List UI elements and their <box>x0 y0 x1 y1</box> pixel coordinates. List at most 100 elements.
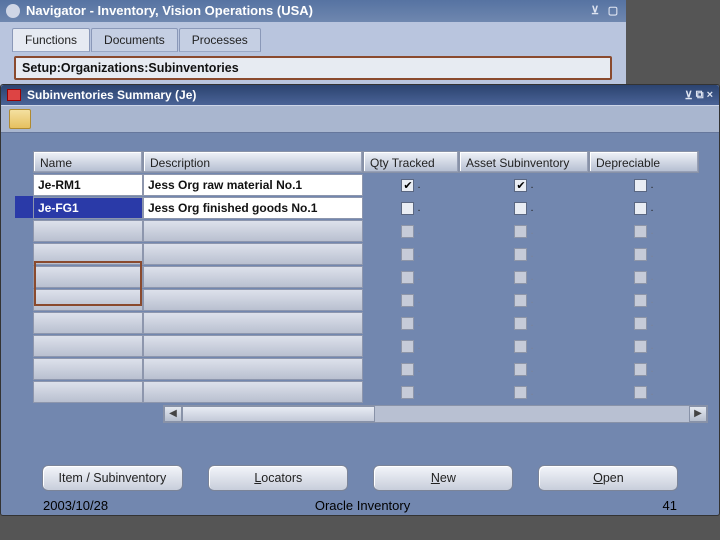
qty-checkbox[interactable] <box>401 225 414 238</box>
name-cell[interactable] <box>33 381 143 403</box>
open-button[interactable]: Open <box>538 465 678 491</box>
tab-documents[interactable]: Documents <box>91 28 178 52</box>
desc-cell[interactable] <box>143 381 363 403</box>
qty-checkbox[interactable] <box>401 271 414 284</box>
qty-checkbox[interactable]: ✔ <box>401 179 414 192</box>
asset-checkbox[interactable] <box>514 294 527 307</box>
restore-icon[interactable]: ⧉ <box>696 89 704 102</box>
col-name-header[interactable]: Name <box>33 151 143 173</box>
dep-checkbox[interactable] <box>634 386 647 399</box>
row-marker[interactable] <box>15 334 33 356</box>
qty-checkbox[interactable] <box>401 363 414 376</box>
name-cell[interactable] <box>33 243 143 265</box>
asset-checkbox[interactable] <box>514 248 527 261</box>
row-marker[interactable] <box>15 265 33 287</box>
breadcrumb[interactable]: Setup:Organizations:Subinventories <box>14 56 612 80</box>
name-cell[interactable] <box>33 289 143 311</box>
dep-checkbox[interactable] <box>634 248 647 261</box>
desc-cell[interactable] <box>143 312 363 334</box>
desc-cell[interactable] <box>143 266 363 288</box>
qty-cell: . <box>363 312 459 334</box>
name-cell[interactable] <box>33 312 143 334</box>
desc-cell[interactable] <box>143 243 363 265</box>
name-cell[interactable] <box>33 174 143 196</box>
close-icon[interactable]: × <box>707 89 713 102</box>
horizontal-scrollbar[interactable]: ◀ ▶ <box>163 405 708 423</box>
name-cell[interactable] <box>33 266 143 288</box>
navigator-title: Navigator - Inventory, Vision Operations… <box>26 0 313 22</box>
tab-processes[interactable]: Processes <box>179 28 261 52</box>
desc-cell[interactable] <box>143 335 363 357</box>
dep-checkbox[interactable] <box>634 340 647 353</box>
col-dep-header[interactable]: Depreciable <box>589 151 699 173</box>
name-cell[interactable] <box>33 335 143 357</box>
qty-checkbox[interactable] <box>401 294 414 307</box>
asset-checkbox[interactable] <box>514 317 527 330</box>
asset-checkbox[interactable] <box>514 225 527 238</box>
row-marker[interactable] <box>15 357 33 379</box>
asset-checkbox[interactable] <box>514 271 527 284</box>
row-marker[interactable] <box>15 196 33 218</box>
asset-checkbox[interactable] <box>514 340 527 353</box>
trailing-dot: . <box>530 225 533 237</box>
item-subinventory-button[interactable]: Item / Subinventory <box>42 465 184 491</box>
open-folder-icon[interactable] <box>9 109 31 129</box>
col-asset-header[interactable]: Asset Subinventory <box>459 151 589 173</box>
asset-checkbox[interactable]: ✔ <box>514 179 527 192</box>
qty-checkbox[interactable] <box>401 248 414 261</box>
tab-functions[interactable]: Functions <box>12 28 90 52</box>
name-input[interactable] <box>34 175 142 195</box>
maximize-icon[interactable]: ▢ <box>606 0 620 22</box>
row-marker[interactable] <box>15 219 33 241</box>
scroll-thumb[interactable] <box>182 406 375 422</box>
desc-cell[interactable] <box>143 197 363 219</box>
scroll-left-icon[interactable]: ◀ <box>164 406 182 422</box>
qty-checkbox[interactable] <box>401 202 414 215</box>
asset-checkbox[interactable] <box>514 386 527 399</box>
scroll-track[interactable] <box>182 406 689 422</box>
qty-checkbox[interactable] <box>401 317 414 330</box>
trailing-dot: . <box>650 202 653 214</box>
minimize-icon[interactable]: ⊻ <box>588 0 602 22</box>
dep-checkbox[interactable] <box>634 179 647 192</box>
new-button[interactable]: New <box>373 465 513 491</box>
dep-checkbox[interactable] <box>634 202 647 215</box>
asset-checkbox[interactable] <box>514 202 527 215</box>
dep-checkbox[interactable] <box>634 317 647 330</box>
asset-checkbox[interactable] <box>514 363 527 376</box>
row-marker[interactable] <box>15 288 33 310</box>
dep-checkbox[interactable] <box>634 225 647 238</box>
qty-checkbox[interactable] <box>401 386 414 399</box>
name-input[interactable] <box>34 198 142 218</box>
name-cell[interactable] <box>33 220 143 242</box>
dep-checkbox[interactable] <box>634 271 647 284</box>
row-marker[interactable] <box>15 380 33 402</box>
sub-titlebar[interactable]: Subinventories Summary (Je) ⊻ ⧉ × <box>1 85 719 105</box>
desc-input[interactable] <box>144 198 362 218</box>
navigator-titlebar[interactable]: Navigator - Inventory, Vision Operations… <box>0 0 626 22</box>
desc-cell[interactable] <box>143 174 363 196</box>
trailing-dot: . <box>650 248 653 260</box>
desc-cell[interactable] <box>143 220 363 242</box>
row-marker[interactable] <box>15 173 33 195</box>
col-desc-header[interactable]: Description <box>143 151 363 173</box>
minimize-icon[interactable]: ⊻ <box>685 89 693 102</box>
desc-input[interactable] <box>144 175 362 195</box>
row-marker[interactable] <box>15 242 33 264</box>
scroll-right-icon[interactable]: ▶ <box>689 406 707 422</box>
name-cell[interactable] <box>33 358 143 380</box>
trailing-dot: . <box>650 363 653 375</box>
desc-cell[interactable] <box>143 289 363 311</box>
desc-cell[interactable] <box>143 358 363 380</box>
locators-label: ocators <box>261 471 302 485</box>
dep-cell: . <box>589 220 699 242</box>
dep-cell: . <box>589 335 699 357</box>
col-qty-header[interactable]: Qty Tracked <box>363 151 459 173</box>
qty-checkbox[interactable] <box>401 340 414 353</box>
dep-checkbox[interactable] <box>634 363 647 376</box>
name-cell[interactable] <box>33 197 143 219</box>
row-marker[interactable] <box>15 311 33 333</box>
locators-button[interactable]: Locators <box>208 465 348 491</box>
dep-checkbox[interactable] <box>634 294 647 307</box>
trailing-dot: . <box>417 386 420 398</box>
